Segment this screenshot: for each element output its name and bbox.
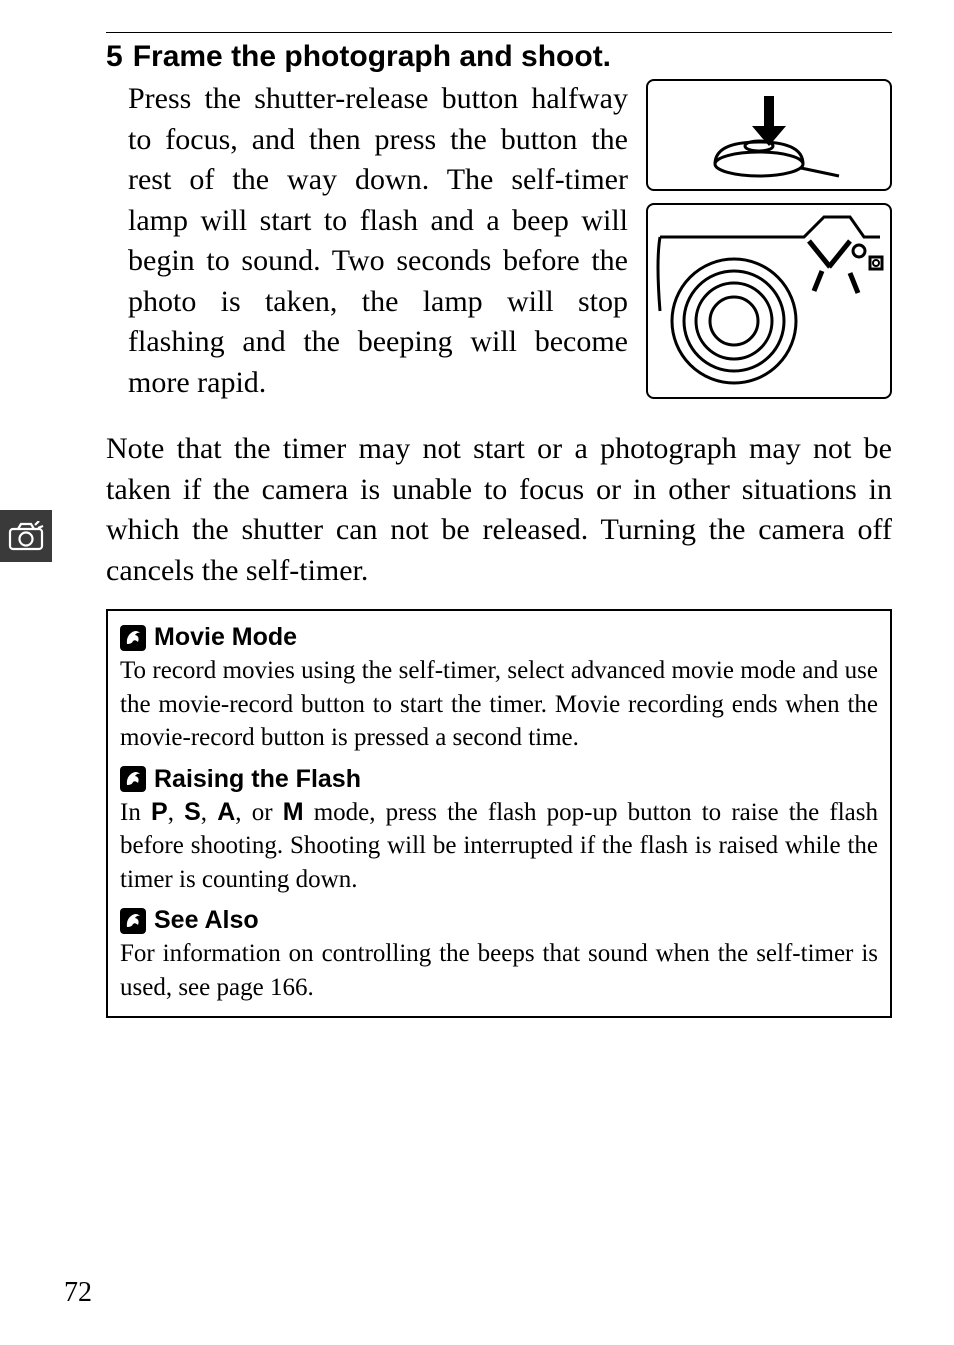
note-icon xyxy=(120,766,146,792)
page-number: 72 xyxy=(64,1277,92,1309)
info-body-flash: In P, S, A, or M mode, press the flash p… xyxy=(120,796,878,897)
step-number: 5 xyxy=(106,39,123,75)
note-icon xyxy=(120,625,146,651)
note-paragraph: Note that the timer may not start or a p… xyxy=(106,429,892,591)
step-heading: Frame the photograph and shoot. xyxy=(133,39,611,75)
info-title-flash: Raising the Flash xyxy=(154,765,361,794)
camera-front-illustration xyxy=(646,203,892,399)
info-title-movie: Movie Mode xyxy=(154,623,297,652)
section-tab-camera-icon xyxy=(0,510,52,562)
info-body-movie: To record movies using the self-timer, s… xyxy=(120,654,878,755)
figure-column xyxy=(646,79,892,399)
info-box: Movie Mode To record movies using the se… xyxy=(106,609,892,1018)
shutter-press-illustration xyxy=(646,79,892,191)
info-body-seealso: For information on controlling the beeps… xyxy=(120,937,878,1004)
note-icon xyxy=(120,908,146,934)
info-title-seealso: See Also xyxy=(154,906,259,935)
step-body: Press the shutter-release button halfway… xyxy=(128,79,628,403)
